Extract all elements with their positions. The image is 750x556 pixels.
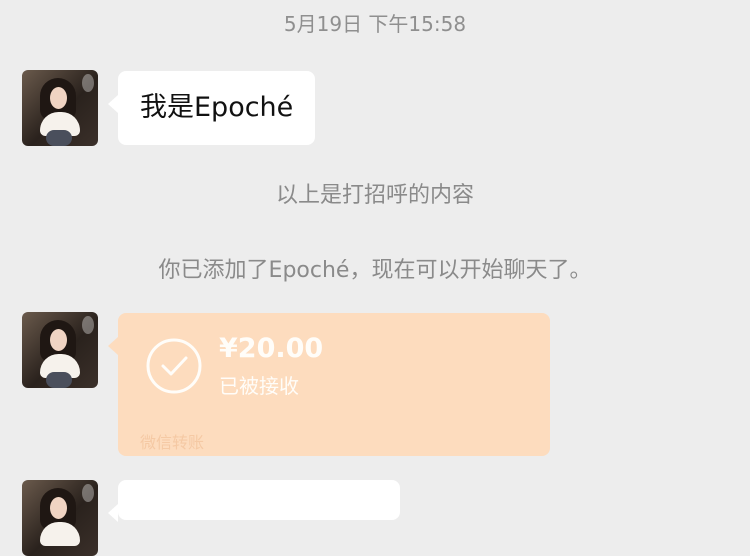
- avatar-light: [82, 74, 94, 92]
- contact-avatar[interactable]: [22, 480, 98, 556]
- transfer-card[interactable]: ¥20.00 已被接收 微信转账: [108, 313, 550, 456]
- avatar-legs: [46, 372, 72, 388]
- transfer-amount: ¥20.00: [219, 333, 324, 364]
- message-bubble[interactable]: 我是Epoché: [107, 71, 316, 145]
- system-note-greeting: 以上是打招呼的内容: [275, 183, 474, 208]
- avatar-legs: [46, 130, 72, 146]
- avatar-face: [50, 329, 67, 351]
- check-circle-icon: [146, 338, 202, 394]
- system-note-added: 你已添加了Epoché，现在可以开始聊天了。: [158, 258, 592, 283]
- chat-timestamp: 5月19日 下午15:58: [283, 12, 467, 36]
- avatar-light: [82, 484, 94, 502]
- chat-window: 5月19日 下午15:58 我是Epoché 以上是打招呼的内容 你已添加了Ep…: [0, 0, 750, 556]
- avatar-light: [82, 316, 94, 334]
- contact-avatar[interactable]: [22, 70, 98, 146]
- transfer-status: 已被接收: [219, 374, 299, 398]
- avatar-face: [50, 497, 67, 519]
- contact-avatar[interactable]: [22, 312, 98, 388]
- avatar-face: [50, 87, 67, 109]
- transfer-footer: 微信转账: [140, 433, 205, 452]
- message-bubble[interactable]: [108, 480, 400, 522]
